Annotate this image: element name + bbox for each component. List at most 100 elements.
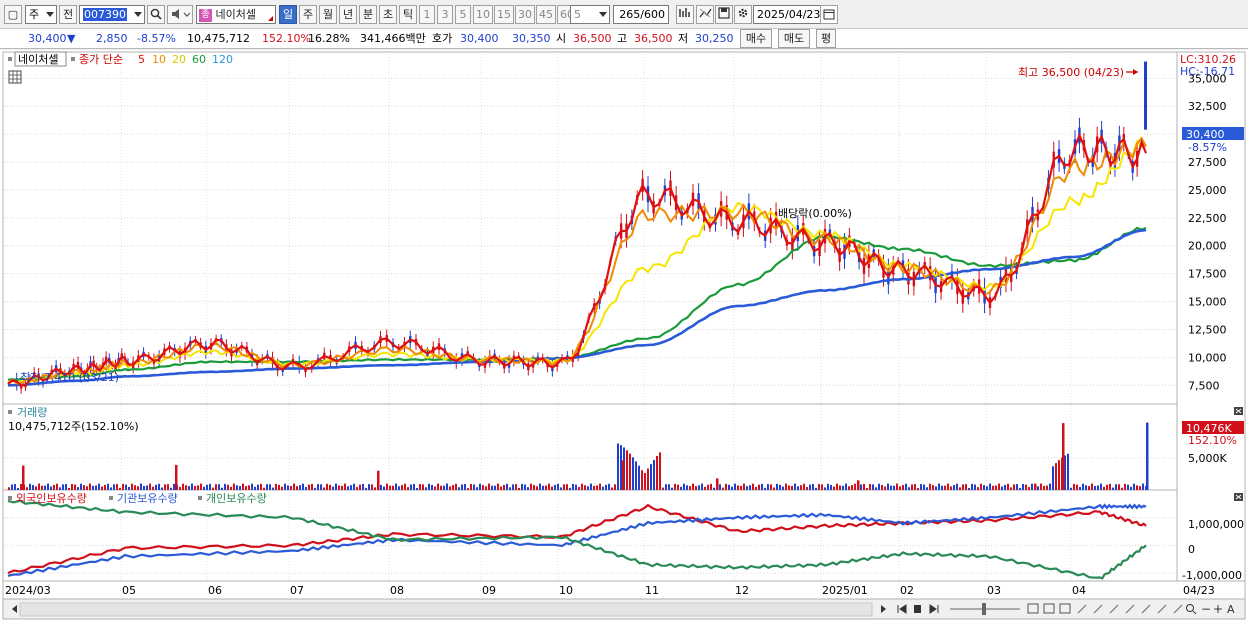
volume-bar: [932, 485, 934, 490]
volume-bar: [419, 484, 421, 490]
volume-bar: [698, 485, 700, 490]
volume-bar: [611, 487, 613, 490]
volume-bar: [497, 483, 499, 490]
close-pane-icon[interactable]: [1234, 493, 1243, 501]
zoom-out-icon[interactable]: −: [1201, 602, 1211, 616]
stock-code-input[interactable]: 007390: [79, 5, 145, 24]
volume-bar: [17, 488, 19, 490]
volume-bar: [143, 485, 145, 490]
volume-bar: [35, 486, 37, 490]
volume-bar: [395, 483, 397, 490]
volume-bar: [8, 487, 10, 490]
volume-bar: [968, 487, 970, 490]
down-triangle-icon: ▼: [67, 32, 76, 45]
sell-button[interactable]: 매도: [778, 29, 810, 48]
period-tick-button[interactable]: 틱: [399, 5, 417, 24]
interval-45-button[interactable]: 45: [536, 5, 556, 24]
font-size-icon[interactable]: A: [1227, 603, 1235, 616]
grid-toggle-icon[interactable]: [8, 70, 22, 84]
volume-bar: [671, 487, 673, 490]
chart-tool-icon[interactable]: [676, 5, 694, 24]
interval-1-button[interactable]: 1: [419, 5, 435, 24]
volume-bar: [971, 483, 973, 490]
interval-5-button[interactable]: 5: [455, 5, 471, 24]
buy-button[interactable]: 매수: [740, 29, 772, 48]
volume-bar: [722, 487, 724, 490]
date-input[interactable]: 2025/04/23: [753, 5, 821, 24]
volume-bar: [674, 483, 676, 490]
volume-bar: [65, 484, 67, 490]
volume-title: 거래량: [17, 406, 47, 419]
volume-bar: [734, 483, 736, 490]
volume-bar: [890, 485, 892, 490]
volume-bar: [830, 484, 832, 490]
period-month-button[interactable]: 월: [319, 5, 337, 24]
volume-bar: [797, 486, 799, 490]
window-menu-icon[interactable]: ▢: [4, 5, 22, 24]
volume-bar: [467, 488, 469, 490]
volume-bar: [254, 486, 256, 490]
stop-icon[interactable]: [914, 605, 921, 613]
volume-bar: [281, 486, 283, 490]
volume-value-label: 10,475,712주(152.10%): [8, 420, 139, 433]
volume-bar: [974, 484, 976, 490]
volume-bar: [593, 485, 595, 490]
period-minute-button[interactable]: 분: [359, 5, 377, 24]
close-pane-icon[interactable]: [1234, 407, 1243, 415]
volume-bar: [1022, 483, 1024, 490]
volume-bar: [1070, 487, 1072, 490]
volume-bar: [230, 486, 232, 490]
chart-canvas[interactable]: 네이처셀 종가 단순 5 10 20 60 120 최고 36,500 (04/…: [0, 50, 1248, 621]
bid-value: 30,350: [512, 32, 551, 45]
volume-bar: [344, 483, 346, 490]
stock-name-field[interactable]: 종 네이처셀: [196, 5, 276, 24]
legend-marker: [71, 57, 75, 61]
volume-bar: [776, 483, 778, 490]
count-input[interactable]: 265/600: [613, 5, 669, 24]
volume-bar: [389, 485, 391, 490]
prev-button[interactable]: 전: [59, 5, 77, 24]
gear-icon[interactable]: [734, 5, 752, 24]
volume-bar: [1010, 487, 1012, 490]
volume-bar: [914, 484, 916, 490]
scroll-track[interactable]: [19, 602, 873, 617]
zoom-in-icon[interactable]: +: [1213, 602, 1223, 616]
ma60-label: 60: [192, 53, 206, 66]
volume-bar: [68, 487, 70, 490]
period-year-button[interactable]: 년: [339, 5, 357, 24]
compare-chart-icon[interactable]: [696, 5, 714, 24]
volume-bar: [617, 443, 619, 490]
volume-bar: [806, 487, 808, 490]
market-select[interactable]: 주: [25, 5, 57, 24]
period-day-button[interactable]: 일: [279, 5, 297, 24]
volume-bar: [314, 487, 316, 490]
price-pane-name: 네이처셀: [18, 53, 58, 66]
volume-bar: [134, 485, 136, 490]
holding-y-tick-neg1m: -1,000,000: [1182, 569, 1242, 582]
volume-bar: [905, 483, 907, 490]
holding-y-tick-0: 0: [1188, 543, 1195, 556]
interval-10-button[interactable]: 10: [473, 5, 493, 24]
search-icon[interactable]: [147, 5, 165, 24]
save-icon[interactable]: [715, 5, 733, 24]
volume-bar: [608, 483, 610, 490]
volume-bar: [212, 487, 214, 490]
period-week-button[interactable]: 주: [299, 5, 317, 24]
interval-30-button[interactable]: 30: [515, 5, 535, 24]
sound-icon[interactable]: [167, 5, 193, 24]
volume-bar: [470, 484, 472, 490]
volume-bar: [1094, 485, 1096, 490]
volume-bar: [824, 487, 826, 490]
legend-marker: [198, 496, 202, 500]
interval-15-button[interactable]: 15: [494, 5, 514, 24]
ask-value: 30,400: [460, 32, 499, 45]
interval-3-button[interactable]: 3: [437, 5, 453, 24]
calendar-icon[interactable]: [820, 5, 838, 24]
volume-bar: [599, 483, 601, 490]
volume-bar: [635, 461, 637, 490]
volume-bar: [983, 485, 985, 490]
period-second-button[interactable]: 초: [379, 5, 397, 24]
eval-button[interactable]: 평: [816, 29, 836, 48]
interval-select[interactable]: 5: [570, 5, 610, 24]
volume-bar: [203, 486, 205, 490]
